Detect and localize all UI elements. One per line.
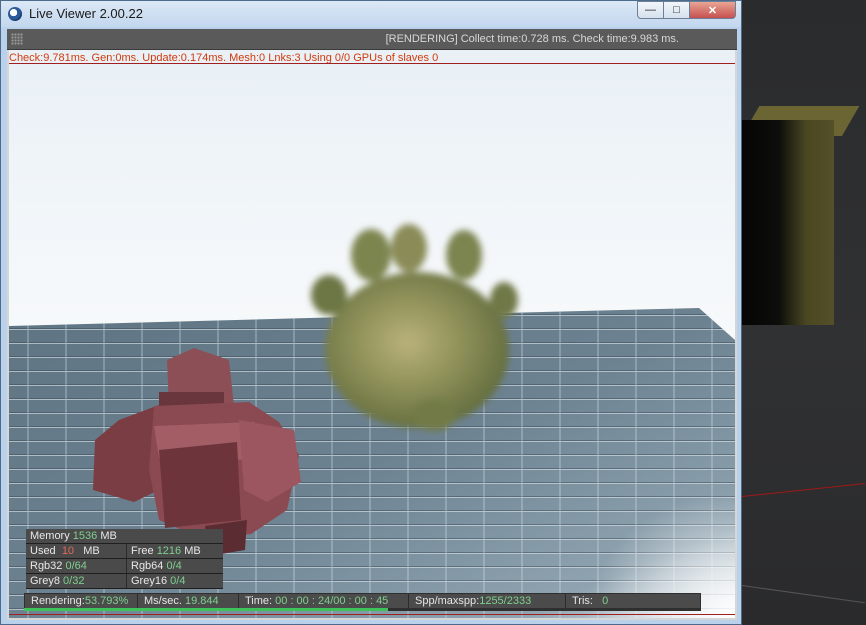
rgb64-value: 0/4 [166,560,182,572]
memory-label: Memory [30,530,70,542]
tris-label: Tris: [572,595,593,607]
free-cell: Free 1216 MB [126,544,223,558]
free-value: 1216 [156,545,182,557]
tris-cell: Tris: 0 [566,594,700,609]
used-free-row: Used 10 MB Free 1216 MB [26,544,223,559]
minimize-button[interactable]: — [637,1,664,19]
window-controls: — □ ✕ [637,1,736,20]
ms-per-sec-cell: Ms/sec. 19.844 [138,594,239,609]
app-logo-icon [8,7,22,21]
grey16-label: Grey16 [131,575,168,587]
used-cell: Used 10 MB [26,544,126,558]
rgb32-value: 0/64 [65,560,87,572]
rendering-value: 53.793% [84,595,129,607]
time-label: Time: [245,595,273,607]
render-progress-fill [24,608,389,611]
ms-value: 19.844 [184,595,219,607]
minimize-icon: — [645,4,656,16]
rgb32-label: Rgb32 [30,560,63,572]
memory-unit: MB [100,530,117,542]
live-viewer-window: Live Viewer 2.00.22 — □ ✕ [RENDERING] Co… [0,0,742,625]
rendering-label: Rendering: [31,595,85,607]
rgb32-cell: Rgb32 0/64 [26,559,126,573]
grey-row: Grey8 0/32 Grey16 0/4 [26,574,223,589]
render-progress-bar [24,608,701,611]
grip-icon[interactable] [11,33,23,45]
grey8-label: Grey8 [30,575,60,587]
memory-stats-panel: Memory 1536 MB Used 10 MB Free 1216 MB R… [26,529,223,589]
memory-value: 1536 [72,530,98,542]
rgb64-label: Rgb64 [131,560,164,572]
rgb64-cell: Rgb64 0/4 [126,559,223,573]
client-area: [RENDERING] Collect time:0.728 ms. Check… [7,29,737,620]
background-cube [742,120,834,325]
rendering-cell: Rendering:53.793% [25,594,138,609]
spp-cell: Spp/maxspp:1255/2333 [409,594,566,609]
rgb-row: Rgb32 0/64 Rgb64 0/4 [26,559,223,574]
time-value: 00 : 00 : 24/00 : 00 : 45 [275,595,389,607]
render-status-text: [RENDERING] Collect time:0.728 ms. Check… [385,33,679,45]
title-bar[interactable]: Live Viewer 2.00.22 — □ ✕ [1,1,741,27]
used-unit: MB [83,545,100,557]
memory-cell: Memory 1536 MB [26,529,223,543]
spp-label: Spp/maxspp: [415,595,480,607]
used-label: Used [30,545,56,557]
ms-label: Ms/sec. [144,595,182,607]
tris-value: 0 [602,595,609,607]
used-value: 10 [61,545,75,557]
grey8-cell: Grey8 0/32 [26,574,126,588]
grey8-value: 0/32 [63,575,85,587]
background-axis-line [741,483,866,497]
debug-separator [9,63,735,64]
close-button[interactable]: ✕ [690,1,736,19]
grey16-cell: Grey16 0/4 [126,574,223,588]
grey16-value: 0/4 [170,575,186,587]
background-grid-line [741,585,865,604]
free-label: Free [131,545,154,557]
bottom-guide-line [9,614,735,615]
render-viewport[interactable]: Check:9.781ms. Gen:0ms. Update:0.174ms. … [9,50,735,618]
close-icon: ✕ [707,4,718,17]
maximize-icon: □ [673,4,680,16]
status-toolbar: [RENDERING] Collect time:0.728 ms. Check… [7,29,737,50]
window-title: Live Viewer 2.00.22 [29,6,143,21]
memory-row: Memory 1536 MB [26,529,223,544]
maximize-button[interactable]: □ [664,1,690,19]
time-cell: Time: 00 : 00 : 24/00 : 00 : 45 [239,594,409,609]
free-unit: MB [184,545,201,557]
spp-value: 1255/2333 [479,595,532,607]
